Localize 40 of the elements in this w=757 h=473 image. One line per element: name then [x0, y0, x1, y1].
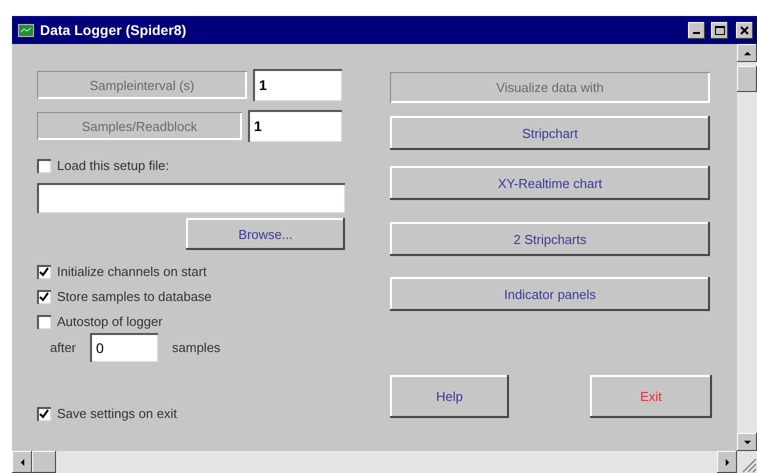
field-label: Sampleinterval (s)	[37, 71, 247, 99]
checkbox-label: Initialize channels on start	[57, 264, 207, 279]
horizontal-scrollbar[interactable]	[12, 451, 757, 473]
checkbox[interactable]	[37, 406, 51, 420]
field-label: Samples/Readblock	[37, 112, 242, 140]
file-path-field[interactable]	[37, 183, 345, 213]
maximize-icon	[714, 26, 724, 34]
checkbox[interactable]	[37, 290, 51, 304]
checkbox-label: Store samples to database	[57, 289, 212, 304]
checkbox-label: Autostop of logger	[57, 314, 163, 329]
maximize-button[interactable]	[711, 22, 728, 38]
chart-button[interactable]: Stripchart	[390, 116, 710, 150]
left-arrow-icon	[18, 458, 26, 466]
up-arrow-icon	[744, 50, 750, 56]
section-heading: Visualize data with	[390, 72, 710, 103]
scroll-thumb[interactable]	[737, 66, 757, 92]
scroll-thumb[interactable]	[32, 451, 56, 473]
close-icon	[740, 26, 749, 34]
checkbox[interactable]	[37, 264, 51, 278]
app-icon	[18, 24, 34, 36]
close-button[interactable]	[736, 22, 753, 38]
window-title: Data Logger (Spider8)	[40, 22, 188, 38]
chart-button[interactable]: 2 Stripcharts	[390, 222, 710, 256]
down-arrow-icon	[744, 438, 750, 446]
help-button[interactable]: Help	[390, 375, 509, 418]
checkbox[interactable]	[37, 314, 51, 328]
chart-button[interactable]: Indicator panels	[390, 277, 710, 311]
chart-button[interactable]: XY-Realtime chart	[390, 166, 710, 200]
samples-label: samples	[172, 340, 220, 355]
sample-count-field[interactable]: 0	[90, 333, 158, 362]
after-label: after	[50, 340, 76, 355]
input-field[interactable]: 1	[248, 110, 342, 142]
input-field[interactable]: 1	[253, 69, 342, 101]
vertical-scrollbar[interactable]	[737, 44, 757, 451]
checkbox-label: Load this setup file:	[57, 158, 170, 173]
checkbox[interactable]	[37, 158, 51, 172]
checkbox-label: Save settings on exit	[57, 406, 177, 421]
minimize-button[interactable]	[688, 22, 705, 38]
right-arrow-icon	[724, 458, 730, 466]
browse-button[interactable]: Browse...	[186, 218, 345, 250]
